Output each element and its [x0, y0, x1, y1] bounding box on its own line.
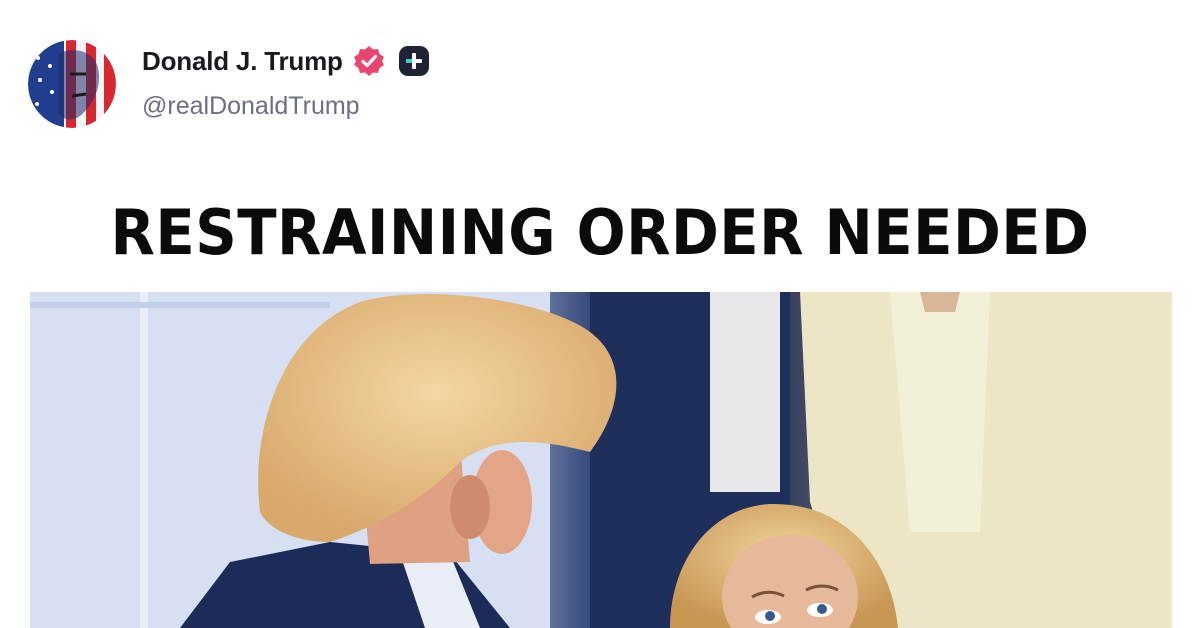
post-photo[interactable]: [30, 292, 1172, 628]
image-headline: RESTRAINING ORDER NEEDED: [110, 196, 1090, 269]
author-handle[interactable]: @realDonaldTrump: [142, 92, 360, 121]
verified-badge-icon: [352, 44, 386, 78]
post-header: Donald J. Trump @realDonaldTrump: [28, 38, 628, 128]
plus-badge-icon: [398, 45, 430, 77]
avatar[interactable]: [28, 40, 116, 128]
author-display-name[interactable]: Donald J. Trump: [142, 46, 343, 77]
author-name-row: Donald J. Trump: [142, 44, 430, 78]
